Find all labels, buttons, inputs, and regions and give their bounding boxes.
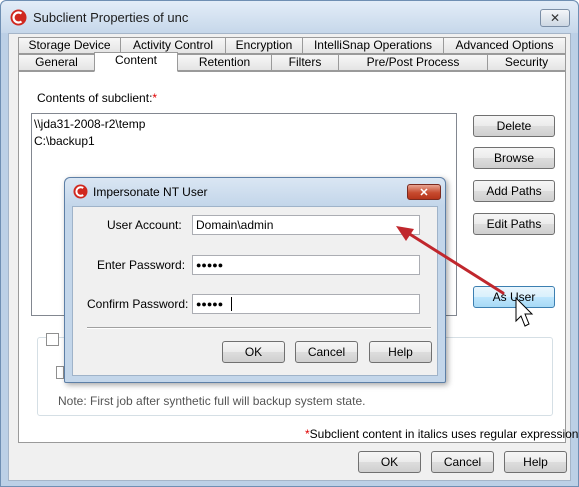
tab-label: Advanced Options: [455, 38, 554, 52]
delete-button[interactable]: Delete: [473, 115, 555, 137]
user-account-input[interactable]: Domain\admin: [192, 215, 420, 235]
as-user-button[interactable]: As User: [473, 286, 555, 308]
dialog-client-area: User Account: Domain\admin Enter Passwor…: [72, 206, 438, 376]
tab-filters[interactable]: Filters: [271, 54, 339, 71]
app-logo-icon: [10, 9, 27, 26]
regex-footnote: *Subclient content in italics uses regul…: [305, 427, 579, 441]
tab-pre-post-process[interactable]: Pre/Post Process: [338, 54, 488, 71]
close-icon: ✕: [549, 11, 561, 25]
confirm-password-label: Confirm Password:: [87, 297, 189, 311]
add-paths-button[interactable]: Add Paths: [473, 180, 555, 202]
tab-label: Retention: [198, 55, 251, 69]
user-account-label: User Account:: [107, 218, 182, 232]
close-icon: ✕: [419, 186, 429, 199]
impersonate-nt-user-dialog: Impersonate NT User ✕ User Account: Doma…: [64, 177, 446, 383]
dialog-close-button[interactable]: ✕: [407, 184, 441, 200]
tab-intellisnap-operations[interactable]: IntelliSnap Operations: [302, 37, 444, 54]
tab-general[interactable]: General: [18, 54, 95, 71]
cancel-button[interactable]: Cancel: [431, 451, 494, 473]
tab-label: Activity Control: [132, 38, 214, 52]
contents-label: Contents of subclient:*: [37, 91, 157, 105]
tab-security[interactable]: Security: [487, 54, 566, 71]
contents-label-text: Contents of subclient:: [37, 91, 153, 105]
window-close-button[interactable]: ✕: [540, 9, 570, 27]
footnote-text: Subclient content in italics uses regula…: [309, 427, 579, 441]
tab-label: Filters: [288, 55, 322, 69]
required-asterisk: *: [152, 91, 158, 105]
dialog-separator: [87, 327, 431, 329]
tab-label: General: [35, 55, 78, 69]
edit-paths-button[interactable]: Edit Paths: [473, 213, 555, 235]
synthetic-full-note: Note: First job after synthetic full wil…: [58, 394, 366, 408]
tab-label: IntelliSnap Operations: [313, 38, 433, 52]
tab-advanced-options[interactable]: Advanced Options: [443, 37, 566, 54]
help-button[interactable]: Help: [504, 451, 567, 473]
dialog-title: Impersonate NT User: [93, 185, 208, 199]
list-item[interactable]: C:\backup1: [34, 134, 95, 148]
list-item[interactable]: \\jda31-2008-r2\temp: [34, 117, 145, 131]
backup-system-state-checkbox[interactable]: [46, 333, 59, 346]
tab-label: Storage Device: [28, 38, 111, 52]
ok-button[interactable]: OK: [358, 451, 421, 473]
secondary-checkbox[interactable]: [56, 366, 64, 379]
tab-encryption[interactable]: Encryption: [225, 37, 303, 54]
dialog-titlebar[interactable]: Impersonate NT User ✕: [65, 178, 445, 206]
dialog-ok-button[interactable]: OK: [222, 341, 285, 363]
dialog-cancel-button[interactable]: Cancel: [295, 341, 358, 363]
enter-password-label: Enter Password:: [97, 258, 186, 272]
window-title: Subclient Properties of unc: [33, 10, 189, 25]
tab-label: Security: [504, 55, 549, 69]
tab-label: Pre/Post Process: [366, 55, 460, 69]
tab-label: Encryption: [235, 38, 293, 52]
tab-content[interactable]: Content: [94, 52, 178, 72]
browse-button[interactable]: Browse: [473, 147, 555, 169]
tab-label: Content: [114, 53, 158, 67]
tab-retention[interactable]: Retention: [177, 54, 272, 71]
dialog-help-button[interactable]: Help: [369, 341, 432, 363]
text-cursor: [231, 297, 232, 311]
window-titlebar[interactable]: Subclient Properties of unc ✕: [1, 1, 578, 33]
app-logo-icon: [73, 184, 88, 199]
enter-password-input[interactable]: ●●●●●: [192, 255, 420, 275]
confirm-password-input[interactable]: ●●●●●: [192, 294, 420, 314]
